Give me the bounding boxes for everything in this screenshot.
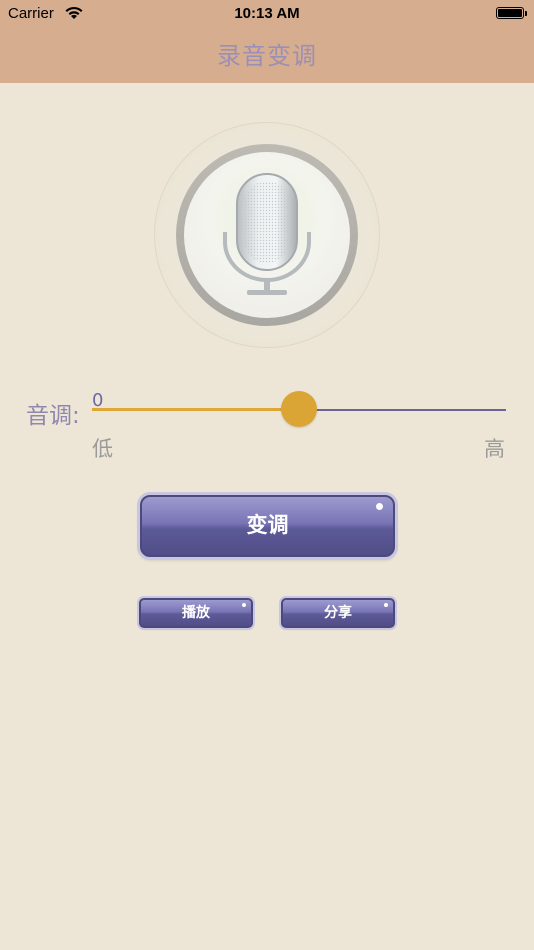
clock-label: 10:13 AM <box>234 5 300 22</box>
pitch-low-label: 低 <box>92 437 113 461</box>
slider-track-empty <box>299 409 506 411</box>
nav-header: Carrier 10:13 AM 录音变调 <box>0 0 534 83</box>
slider-thumb[interactable] <box>281 391 317 427</box>
play-button[interactable]: 播放 <box>139 598 253 628</box>
status-bar: Carrier 10:13 AM <box>0 0 534 28</box>
transform-button[interactable]: 变调 <box>140 495 395 557</box>
pitch-value: 0 <box>92 390 104 411</box>
pitch-high-label: 高 <box>484 437 505 461</box>
pitch-label: 音调: <box>26 403 80 429</box>
microphone-icon <box>223 173 311 295</box>
battery-icon <box>496 7 527 19</box>
page-title: 录音变调 <box>217 42 317 70</box>
slider-track-filled <box>92 408 299 411</box>
pitch-slider[interactable] <box>92 391 506 427</box>
share-button[interactable]: 分享 <box>281 598 395 628</box>
